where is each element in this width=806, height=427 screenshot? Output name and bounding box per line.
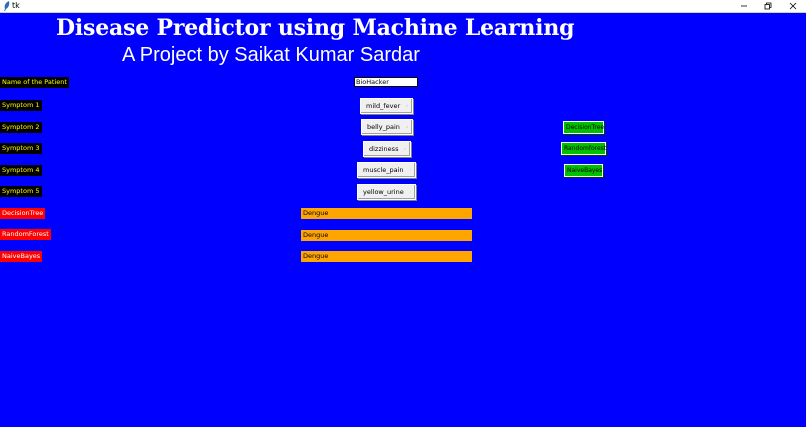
symptom-4-label: Symptom 4 xyxy=(0,165,42,176)
symptom-4-dropdown[interactable]: muscle_pain xyxy=(357,162,416,178)
minimize-icon xyxy=(741,5,747,7)
option-menu-indicator-icon xyxy=(405,126,408,128)
feather-icon xyxy=(4,1,10,11)
symptom-1-dropdown[interactable]: mild_fever xyxy=(360,98,413,114)
symptom-5-value: yellow_urine xyxy=(363,188,404,196)
restore-icon xyxy=(764,2,772,10)
page-subtitle: A Project by Saikat Kumar Sardar xyxy=(122,44,420,66)
symptom-5-label: Symptom 5 xyxy=(0,186,42,197)
naive-bayes-result: Dengue xyxy=(301,251,472,262)
random-forest-result: Dengue xyxy=(301,230,472,241)
window-titlebar: tk xyxy=(0,0,806,13)
symptom-1-value: mild_fever xyxy=(366,102,401,110)
patient-name-input[interactable] xyxy=(354,77,418,87)
option-menu-indicator-icon xyxy=(409,191,411,193)
naive-bayes-button[interactable]: NaiveBayes xyxy=(564,164,603,177)
symptom-2-value: belly_pain xyxy=(367,123,400,131)
random-forest-button[interactable]: Randomforest xyxy=(561,142,606,155)
random-forest-result-label: RandomForest xyxy=(0,229,51,240)
option-menu-indicator-icon xyxy=(409,169,411,171)
symptom-3-dropdown[interactable]: dizziness xyxy=(363,141,411,157)
option-menu-indicator-icon xyxy=(406,105,408,107)
symptom-2-dropdown[interactable]: belly_pain xyxy=(361,119,413,135)
close-button[interactable] xyxy=(783,0,803,12)
symptom-1-label: Symptom 1 xyxy=(0,100,42,111)
close-icon xyxy=(789,2,797,10)
symptom-3-value: dizziness xyxy=(369,145,399,153)
symptom-2-label: Symptom 2 xyxy=(0,122,42,133)
minimize-button[interactable] xyxy=(734,0,754,12)
restore-button[interactable] xyxy=(758,0,778,12)
symptom-3-label: Symptom 3 xyxy=(0,143,42,154)
window-title: tk xyxy=(12,1,20,10)
decision-tree-button[interactable]: DecisionTree xyxy=(563,121,604,134)
option-menu-indicator-icon xyxy=(404,148,406,150)
decision-tree-result: Dengue xyxy=(301,208,472,219)
page-title: Disease Predictor using Machine Learning xyxy=(56,15,575,41)
decision-tree-result-label: DecisionTree xyxy=(0,208,46,219)
naive-bayes-result-label: NaiveBayes xyxy=(0,251,43,262)
symptom-5-dropdown[interactable]: yellow_urine xyxy=(357,184,416,200)
symptom-4-value: muscle_pain xyxy=(363,166,404,174)
patient-name-label: Name of the Patient xyxy=(0,77,69,88)
